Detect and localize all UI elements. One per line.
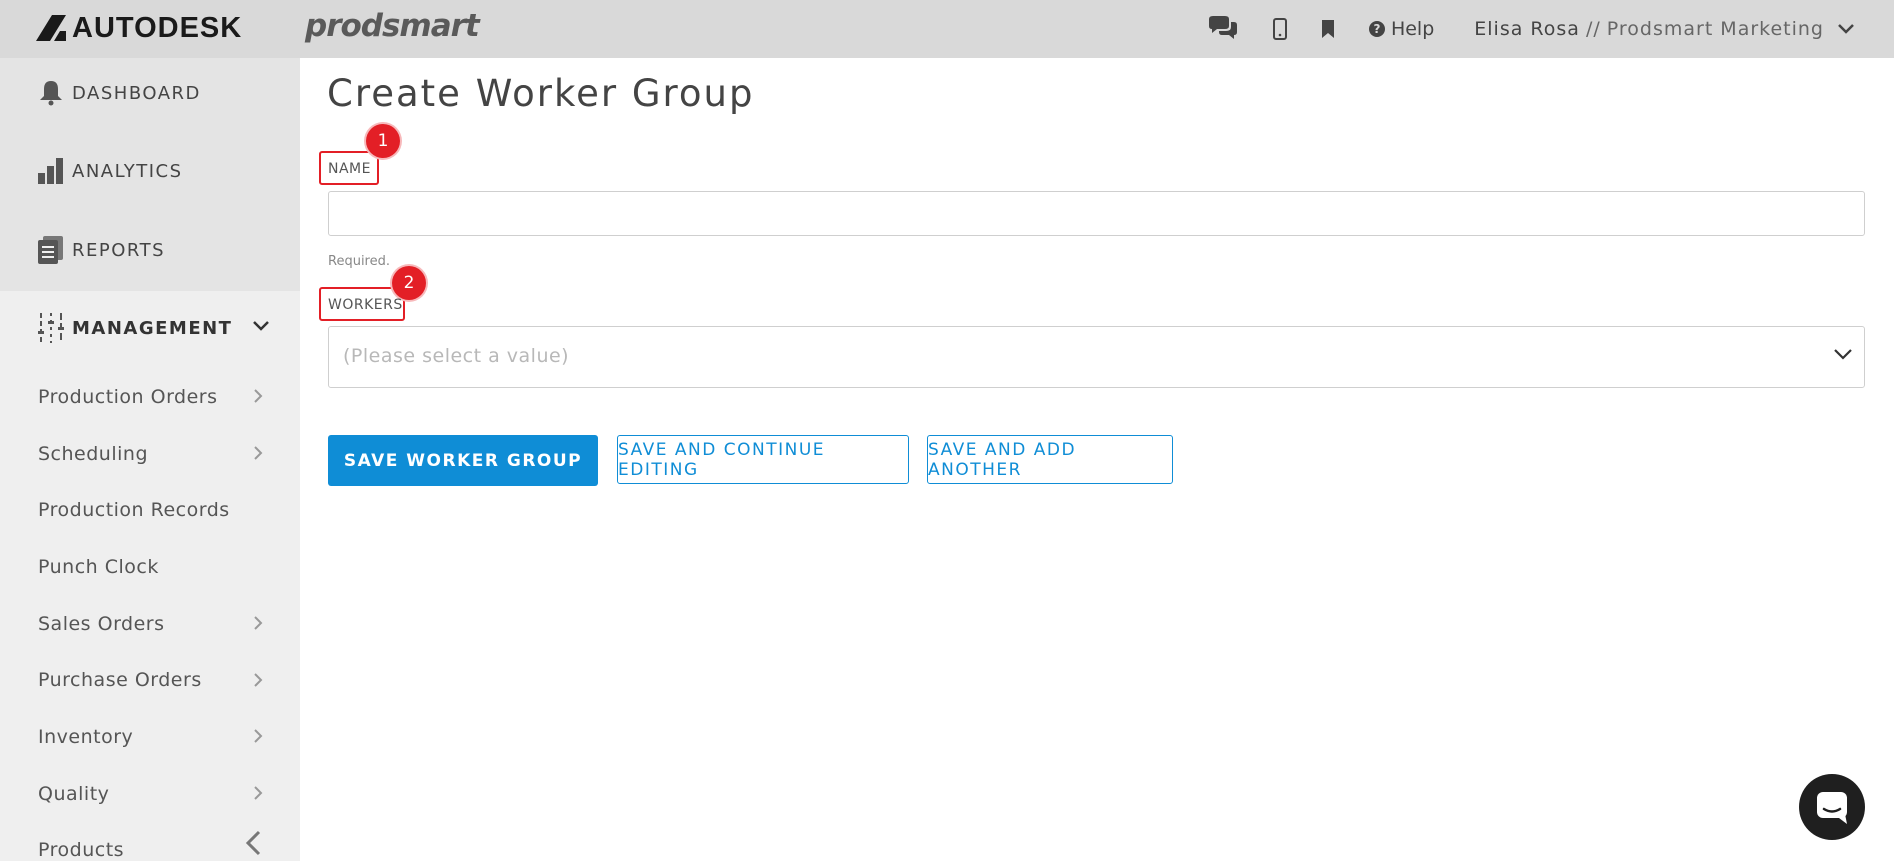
sidebar-item-dashboard[interactable]: DASHBOARD: [37, 78, 201, 108]
sidebar-subitem-sales-orders[interactable]: Sales Orders: [38, 613, 165, 635]
autodesk-logo-icon: [36, 15, 66, 41]
chat-icon[interactable]: [1207, 0, 1239, 58]
page-title: Create Worker Group: [327, 72, 755, 115]
chevron-right-icon: [254, 729, 263, 743]
top-bar: AUTODESK prodsmart ? Help Elisa Rosa // …: [0, 0, 1894, 58]
sidebar-subitem-label: Inventory: [38, 726, 134, 748]
sidebar-subitem-scheduling[interactable]: Scheduling: [38, 443, 148, 465]
sidebar-item-label: MANAGEMENT: [72, 317, 233, 339]
autodesk-logo[interactable]: AUTODESK: [36, 13, 242, 43]
sidebar-subitem-production-records[interactable]: Production Records: [38, 499, 230, 521]
sidebar-subitem-label: Sales Orders: [38, 613, 165, 635]
chevron-right-icon: [254, 786, 263, 800]
chevron-right-icon: [254, 446, 263, 460]
sidebar-subitem-label: Production Orders: [38, 386, 218, 408]
workers-select[interactable]: (Please select a value): [328, 326, 1865, 388]
organization-name: Prodsmart Marketing: [1606, 18, 1824, 40]
product-logo[interactable]: prodsmart: [305, 8, 480, 44]
sidebar-subitem-label: Products: [38, 839, 125, 861]
sidebar-item-label: ANALYTICS: [72, 160, 183, 182]
sidebar-subitem-punch-clock[interactable]: Punch Clock: [38, 556, 159, 578]
save-and-continue-button[interactable]: SAVE AND CONTINUE EDITING: [617, 435, 909, 484]
help-link[interactable]: ? Help: [1368, 18, 1435, 40]
help-icon: ?: [1368, 21, 1385, 37]
help-label: Help: [1390, 18, 1435, 40]
chevron-down-icon[interactable]: [253, 321, 269, 331]
sidebar-item-label: REPORTS: [72, 239, 166, 261]
workers-label: WORKERS: [328, 297, 403, 313]
mobile-icon[interactable]: [1272, 0, 1287, 58]
chevron-right-icon: [254, 616, 263, 630]
sidebar-subitem-label: Scheduling: [38, 443, 149, 465]
sidebar-subitem-production-orders[interactable]: Production Orders: [38, 386, 218, 408]
sidebar-subitem-label: Punch Clock: [38, 556, 159, 578]
bar-chart-icon: [37, 156, 65, 186]
collapse-sidebar-icon[interactable]: [244, 830, 264, 856]
chat-launcher-button[interactable]: [1799, 774, 1865, 840]
main-content: Create Worker Group 1 NAME Required. 2 W…: [300, 58, 1894, 861]
chat-bubble-icon: [1817, 792, 1847, 824]
sidebar-subitem-label: Quality: [38, 783, 110, 805]
chevron-right-icon: [254, 389, 263, 403]
name-input[interactable]: [328, 191, 1865, 236]
name-label: NAME: [328, 161, 371, 177]
sidebar-subitem-inventory[interactable]: Inventory: [38, 726, 133, 748]
save-worker-group-button[interactable]: SAVE WORKER GROUP: [328, 435, 598, 486]
sidebar-subitem-purchase-orders[interactable]: Purchase Orders: [38, 669, 202, 691]
annotation-badge: 2: [392, 266, 426, 300]
sidebar-item-management[interactable]: MANAGEMENT: [37, 313, 232, 343]
user-menu[interactable]: Elisa Rosa // Prodsmart Marketing: [1474, 18, 1854, 40]
sidebar-subitem-products[interactable]: Products: [38, 839, 124, 861]
chevron-right-icon: [254, 673, 263, 687]
workers-select-placeholder: (Please select a value): [343, 345, 570, 367]
header-actions: ? Help Elisa Rosa // Prodsmart Marketing: [1207, 0, 1854, 58]
user-name: Elisa Rosa: [1474, 18, 1580, 40]
chevron-down-icon: [1838, 24, 1854, 34]
sidebar-item-label: DASHBOARD: [72, 82, 201, 104]
user-separator: //: [1585, 18, 1601, 40]
document-icon: [37, 235, 65, 265]
sidebar-subitem-label: Production Records: [38, 499, 230, 521]
sidebar-item-analytics[interactable]: ANALYTICS: [37, 156, 183, 186]
sidebar-subitem-quality[interactable]: Quality: [38, 783, 109, 805]
save-and-add-another-button[interactable]: SAVE AND ADD ANOTHER: [927, 435, 1173, 484]
sidebar-item-reports[interactable]: REPORTS: [37, 235, 165, 265]
bell-icon: [37, 78, 65, 108]
chevron-down-icon: [1834, 349, 1852, 360]
sliders-icon: [37, 313, 65, 343]
sidebar: DASHBOARD ANALYTICS REPORTS MANAGEMENT P…: [0, 58, 300, 861]
name-required-hint: Required.: [328, 254, 390, 269]
brand-name: AUTODESK: [72, 12, 243, 44]
bookmark-icon[interactable]: [1321, 0, 1335, 58]
sidebar-subitem-label: Purchase Orders: [38, 669, 202, 691]
annotation-badge: 1: [366, 124, 400, 158]
